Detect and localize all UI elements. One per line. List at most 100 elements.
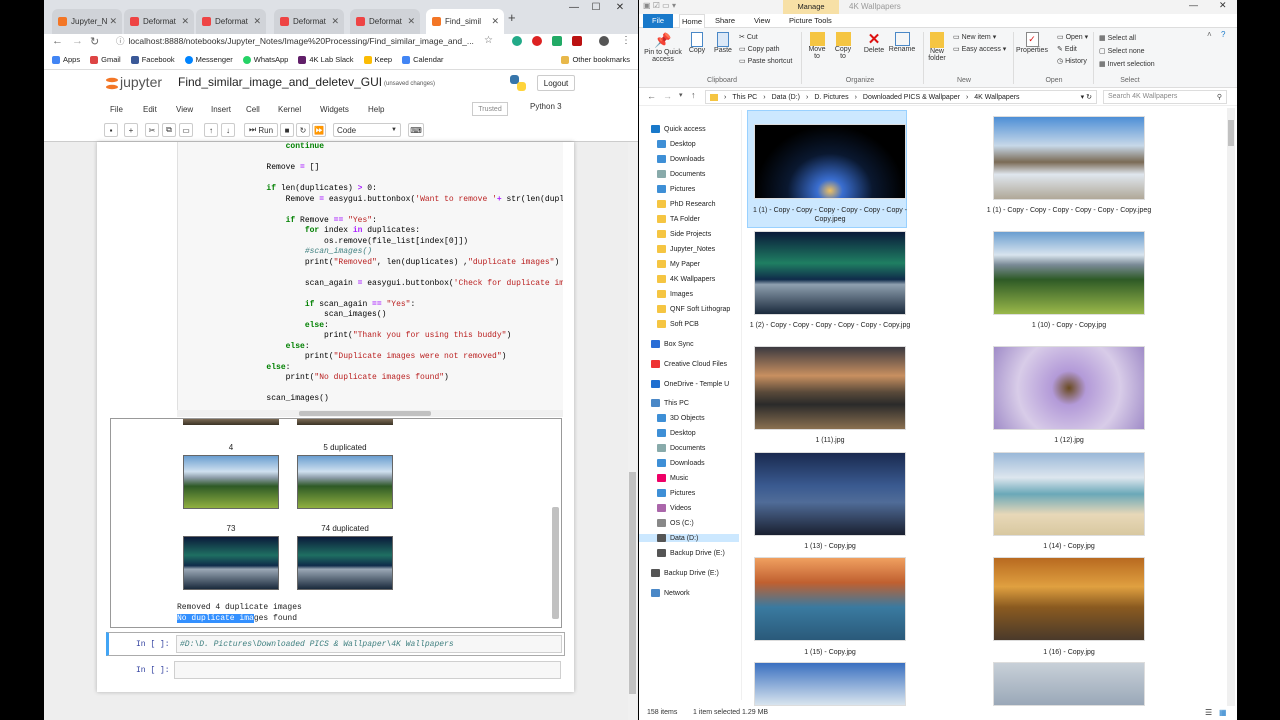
help-icon[interactable]: ? — [1221, 30, 1225, 39]
copy-button[interactable]: ⧉ — [162, 123, 176, 137]
move-to-button[interactable]: Move to — [805, 32, 829, 60]
file-thumbnail[interactable] — [754, 124, 906, 199]
file-name[interactable]: 1 (13) - Copy.jpg — [746, 542, 914, 551]
bookmark-keep[interactable]: Keep — [363, 55, 392, 64]
bookmark-messenger[interactable]: Messenger — [184, 55, 233, 64]
browser-tab-active[interactable]: Find_simil ✕ — [426, 9, 504, 34]
close-icon[interactable]: ✕ — [407, 16, 415, 27]
file-name[interactable]: 1 (11).jpg — [746, 436, 914, 445]
nav-item[interactable]: OneDrive - Temple U — [651, 380, 729, 388]
nav-item[interactable]: Images — [657, 290, 693, 298]
large-icons-view-icon[interactable]: ▦ — [1219, 708, 1227, 717]
file-thumbnail[interactable] — [993, 452, 1145, 536]
properties-button[interactable]: ✓ Properties — [1015, 32, 1049, 54]
nav-item[interactable]: Pictures — [657, 489, 695, 497]
ribbon-tab-view[interactable]: View — [754, 14, 770, 28]
forward-icon[interactable]: → — [72, 35, 83, 47]
nav-item[interactable]: Jupyter_Notes — [657, 245, 715, 253]
breadcrumb-item[interactable]: Data (D:) — [772, 94, 800, 101]
bookmark-other[interactable]: Other bookmarks — [561, 55, 630, 64]
page-scrollbar[interactable] — [628, 142, 637, 720]
new-item-button[interactable]: ▭ New item ▾ — [953, 32, 1006, 44]
menu-cell[interactable]: Cell — [246, 105, 278, 114]
nav-item[interactable]: Pictures — [657, 185, 695, 193]
menu-dots-icon[interactable]: ⋮ — [621, 35, 631, 46]
file-thumbnail[interactable] — [993, 346, 1145, 430]
nav-item[interactable]: Desktop — [657, 140, 696, 148]
bookmark-facebook[interactable]: Facebook — [130, 55, 175, 64]
new-folder-button[interactable]: New folder — [925, 32, 949, 62]
file-thumbnail[interactable] — [754, 231, 906, 315]
menu-help[interactable]: Help — [368, 105, 398, 114]
cell-input[interactable] — [174, 661, 561, 679]
extension-icon[interactable] — [552, 36, 562, 46]
browser-tab[interactable]: Deformat ✕ — [124, 9, 194, 34]
browser-tab[interactable]: Deformat ✕ — [196, 9, 266, 34]
menu-file[interactable]: File — [110, 105, 143, 114]
ribbon-tab-picture-tools[interactable]: Picture Tools — [789, 14, 832, 28]
move-down-button[interactable]: ↓ — [221, 123, 235, 137]
bookmark-gmail[interactable]: Gmail — [90, 55, 121, 64]
file-name[interactable]: 1 (16) - Copy.jpg — [985, 648, 1153, 657]
copy-button[interactable]: Copy — [685, 32, 709, 54]
browser-tab[interactable]: Jupyter_N ✕ — [52, 9, 122, 34]
interrupt-button[interactable]: ■ — [280, 123, 294, 137]
content-scrollbar[interactable] — [1227, 108, 1235, 706]
ribbon-tab-file[interactable]: File — [643, 14, 673, 28]
file-name[interactable]: 1 (10) - Copy - Copy.jpg — [985, 321, 1153, 330]
url-field[interactable]: ⓘ localhost:8888/notebooks/Jupyter_Notes… — [104, 33, 504, 49]
reload-icon[interactable]: ↻ — [90, 35, 99, 48]
edit-button[interactable]: ✎ Edit — [1057, 44, 1088, 56]
nav-item[interactable]: Documents — [657, 170, 705, 178]
nav-item[interactable]: Backup Drive (E:) — [651, 569, 719, 577]
bookmark-calendar[interactable]: Calendar — [402, 55, 444, 64]
easy-access-button[interactable]: ▭ Easy access ▾ — [953, 44, 1006, 56]
menu-view[interactable]: View — [176, 105, 211, 114]
nav-item[interactable]: Data (D:) — [639, 534, 739, 542]
bookmark-slack[interactable]: 4K Lab Slack — [298, 55, 354, 64]
pin-quick-access-button[interactable]: 📌 Pin to Quick access — [641, 32, 685, 63]
select-none-button[interactable]: ▢ Select none — [1099, 45, 1155, 58]
cut-button[interactable]: ✂ Cut — [739, 32, 792, 44]
save-button[interactable]: ▪ — [104, 123, 118, 137]
delete-button[interactable]: ✕ Delete — [861, 32, 887, 54]
close-window-button[interactable]: ✕ — [610, 2, 630, 18]
cell-input[interactable]: #D:\D. Pictures\Downloaded PICS & Wallpa… — [176, 635, 562, 653]
close-icon[interactable]: ✕ — [253, 16, 261, 27]
quick-access-toolbar-icon[interactable]: ▣ ☑ ▭ ▾ — [643, 1, 676, 10]
close-icon[interactable]: ✕ — [491, 16, 499, 27]
nav-item[interactable]: Music — [657, 474, 688, 482]
breadcrumb-item[interactable]: This PC — [732, 94, 757, 101]
file-name[interactable]: 1 (2) - Copy - Copy - Copy - Copy - Copy… — [746, 321, 914, 330]
code-cell-editor[interactable]: continue Remove = [] if len(duplicates) … — [177, 142, 563, 410]
up-icon[interactable]: ↑ — [691, 90, 696, 100]
copy-to-button[interactable]: Copy to — [831, 32, 855, 60]
history-button[interactable]: ◷ History — [1057, 56, 1088, 68]
file-thumbnail[interactable] — [754, 452, 906, 536]
logout-button[interactable]: Logout — [537, 75, 575, 91]
menu-edit[interactable]: Edit — [143, 105, 176, 114]
file-name[interactable]: 1 (15) - Copy.jpg — [746, 648, 914, 657]
nav-item[interactable]: This PC — [651, 399, 689, 407]
close-icon[interactable]: ✕ — [181, 16, 189, 27]
file-name[interactable]: 1 (1) - Copy - Copy - Copy - Copy - Copy… — [746, 206, 914, 224]
cell-type-select[interactable]: Code ▼ — [333, 123, 401, 137]
close-window-button[interactable]: ✕ — [1219, 0, 1227, 11]
browser-tab[interactable]: Deformat ✕ — [274, 9, 344, 34]
nav-item[interactable]: My Paper — [657, 260, 700, 268]
nav-item[interactable]: OS (C:) — [657, 519, 694, 527]
run-button[interactable]: ⏭ Run — [244, 123, 278, 137]
notebook-title[interactable]: Find_similar_image_and_deletev_GUI — [178, 75, 382, 89]
ribbon-tab-home[interactable]: Home — [679, 14, 705, 28]
nav-item[interactable]: QNF Soft Lithograp — [657, 305, 730, 313]
keyboard-button[interactable]: ⌨ — [408, 123, 424, 137]
extension-icon[interactable] — [512, 36, 522, 46]
search-box[interactable]: Search 4K Wallpapers ⚲ — [1103, 90, 1227, 104]
nav-item[interactable]: Side Projects — [657, 230, 711, 238]
browser-tab[interactable]: Deformat ✕ — [350, 9, 420, 34]
nav-item[interactable]: Downloads — [657, 459, 705, 467]
scrollbar-thumb[interactable] — [629, 472, 636, 694]
recent-locations-icon[interactable]: ▾ — [679, 91, 683, 99]
back-icon[interactable]: ← — [647, 91, 656, 101]
details-view-icon[interactable]: ☰ — [1205, 708, 1212, 717]
